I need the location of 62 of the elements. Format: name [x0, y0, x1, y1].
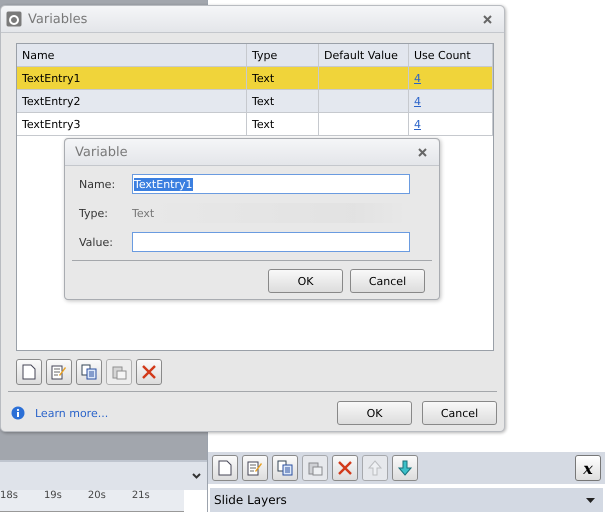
column-header[interactable]: Type [247, 44, 319, 66]
dropdown-triangle-icon [586, 498, 595, 502]
blank-page-icon [218, 460, 232, 476]
cancel-button[interactable]: Cancel [350, 269, 425, 293]
table-cell: Text [247, 67, 319, 89]
table-row[interactable]: TextEntry1 Text 4 [17, 67, 493, 90]
delete-icon [141, 364, 157, 380]
use-count-link[interactable]: 4 [414, 118, 421, 130]
field-label: Type: [79, 206, 109, 220]
input-field[interactable] [132, 232, 410, 252]
chevron-down-icon[interactable] [192, 473, 201, 479]
edit-tool-button[interactable] [46, 359, 72, 385]
slide-layers-label: Slide Layers [214, 493, 287, 507]
dialog-title: Variable [74, 144, 129, 160]
delete-icon [337, 460, 353, 476]
page-pencil-icon [51, 364, 67, 380]
copy-icon [277, 460, 293, 476]
cancel-button[interactable]: Cancel [422, 401, 497, 425]
table-cell: Text [247, 113, 319, 135]
table-cell: TextEntry2 [17, 90, 247, 112]
edit-tool-button[interactable] [242, 455, 268, 481]
time-label: 18s [0, 490, 18, 503]
table-row[interactable]: TextEntry2 Text 4 [17, 90, 493, 113]
variables-button[interactable]: x [575, 455, 601, 481]
time-label: 20s [88, 490, 106, 503]
close-button[interactable] [418, 148, 427, 156]
column-header[interactable]: Name [17, 44, 247, 66]
use-count-link[interactable]: 4 [414, 94, 421, 108]
clipboard-icon [111, 364, 127, 380]
delete-tool-button[interactable] [332, 455, 358, 481]
table-cell: TextEntry1 [17, 67, 247, 89]
table-cell: TextEntry3 [17, 113, 247, 135]
learn-more-link[interactable]: Learn more... [35, 406, 327, 420]
time-label: 21s [132, 490, 150, 503]
copy-tool-button[interactable] [272, 455, 298, 481]
column-header[interactable]: Use Count [409, 44, 493, 66]
ok-button[interactable]: OK [337, 401, 412, 425]
field-label: Name: [79, 178, 116, 190]
table-cell: Text [247, 90, 319, 112]
ok-button[interactable]: OK [268, 269, 343, 293]
page-pencil-icon [247, 460, 263, 476]
new-tool-button[interactable] [16, 359, 42, 385]
new-tool-button[interactable] [212, 455, 238, 481]
input-field[interactable]: TextEntry1 [132, 174, 410, 194]
up-arrow-icon [368, 460, 382, 476]
blank-page-icon [22, 364, 36, 380]
column-header[interactable]: Default Value [319, 44, 409, 66]
close-button[interactable] [483, 14, 492, 24]
info-icon [11, 406, 25, 420]
table-row[interactable]: TextEntry3 Text 4 [17, 113, 493, 136]
clipboard-icon [307, 460, 323, 476]
window-title: Variables [28, 12, 88, 26]
field-label: Value: [79, 236, 114, 248]
down-arrow-icon [398, 460, 412, 476]
down-tool-button[interactable] [392, 455, 418, 481]
slide-layers-bar[interactable]: Slide Layers [210, 488, 603, 512]
copy-icon [81, 364, 97, 380]
copy-tool-button[interactable] [76, 359, 102, 385]
app-logo-icon [6, 11, 22, 27]
use-count-link[interactable]: 4 [414, 72, 421, 84]
time-label: 19s [44, 490, 62, 503]
delete-tool-button[interactable] [136, 359, 162, 385]
